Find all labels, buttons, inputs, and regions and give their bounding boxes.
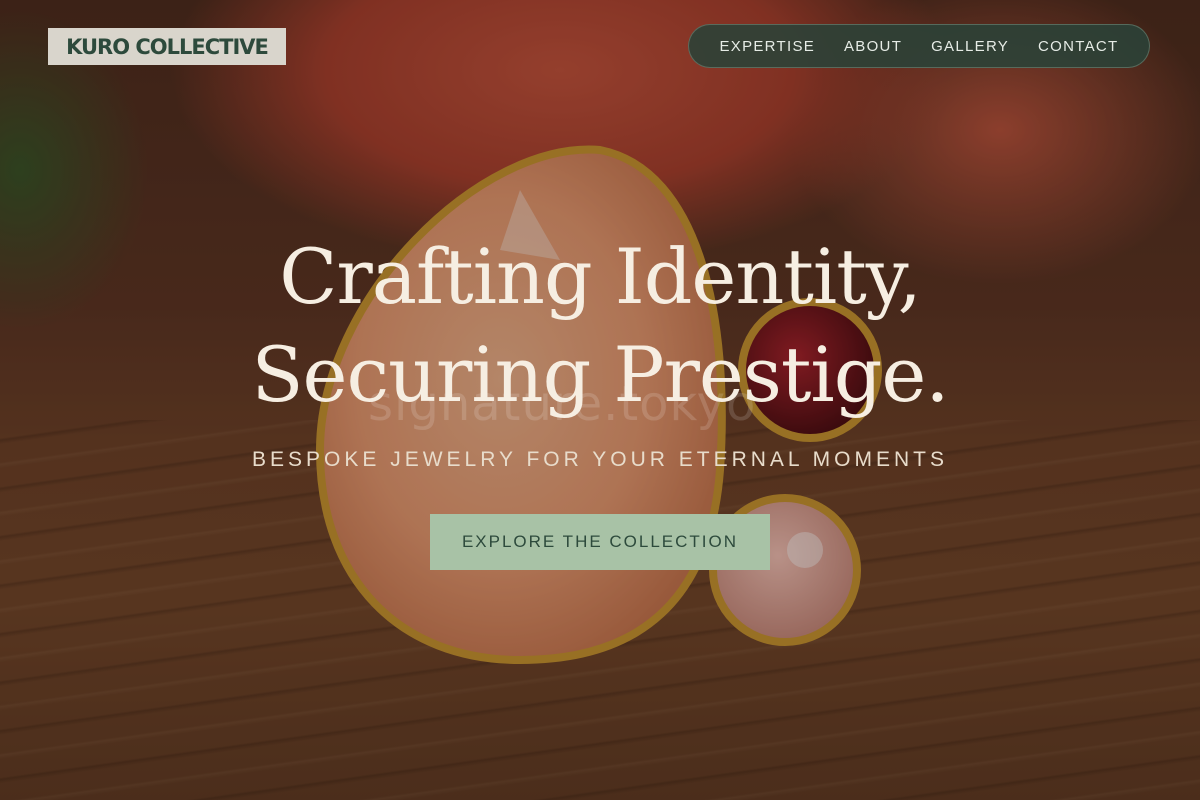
nav-item-contact[interactable]: CONTACT [1038,38,1118,55]
hero-subtitle: BESPOKE JEWELRY FOR YOUR ETERNAL MOMENTS [251,448,948,471]
headline-line-1: Crafting Identity, [279,232,922,321]
explore-collection-button[interactable]: EXPLORE THE COLLECTION [430,514,770,570]
nav-item-expertise[interactable]: EXPERTISE [719,38,815,55]
nav-item-about[interactable]: ABOUT [844,38,902,55]
headline-line-2: Securing Prestige. [251,330,949,419]
brand-logo[interactable]: KURO COLLECTIVE [48,28,286,65]
main-nav: EXPERTISE ABOUT GALLERY CONTACT [688,24,1150,68]
nav-item-gallery[interactable]: GALLERY [931,38,1009,55]
brand-logo-text: KURO COLLECTIVE [66,34,269,59]
hero-headline: Crafting Identity, Securing Prestige. [0,228,1200,424]
